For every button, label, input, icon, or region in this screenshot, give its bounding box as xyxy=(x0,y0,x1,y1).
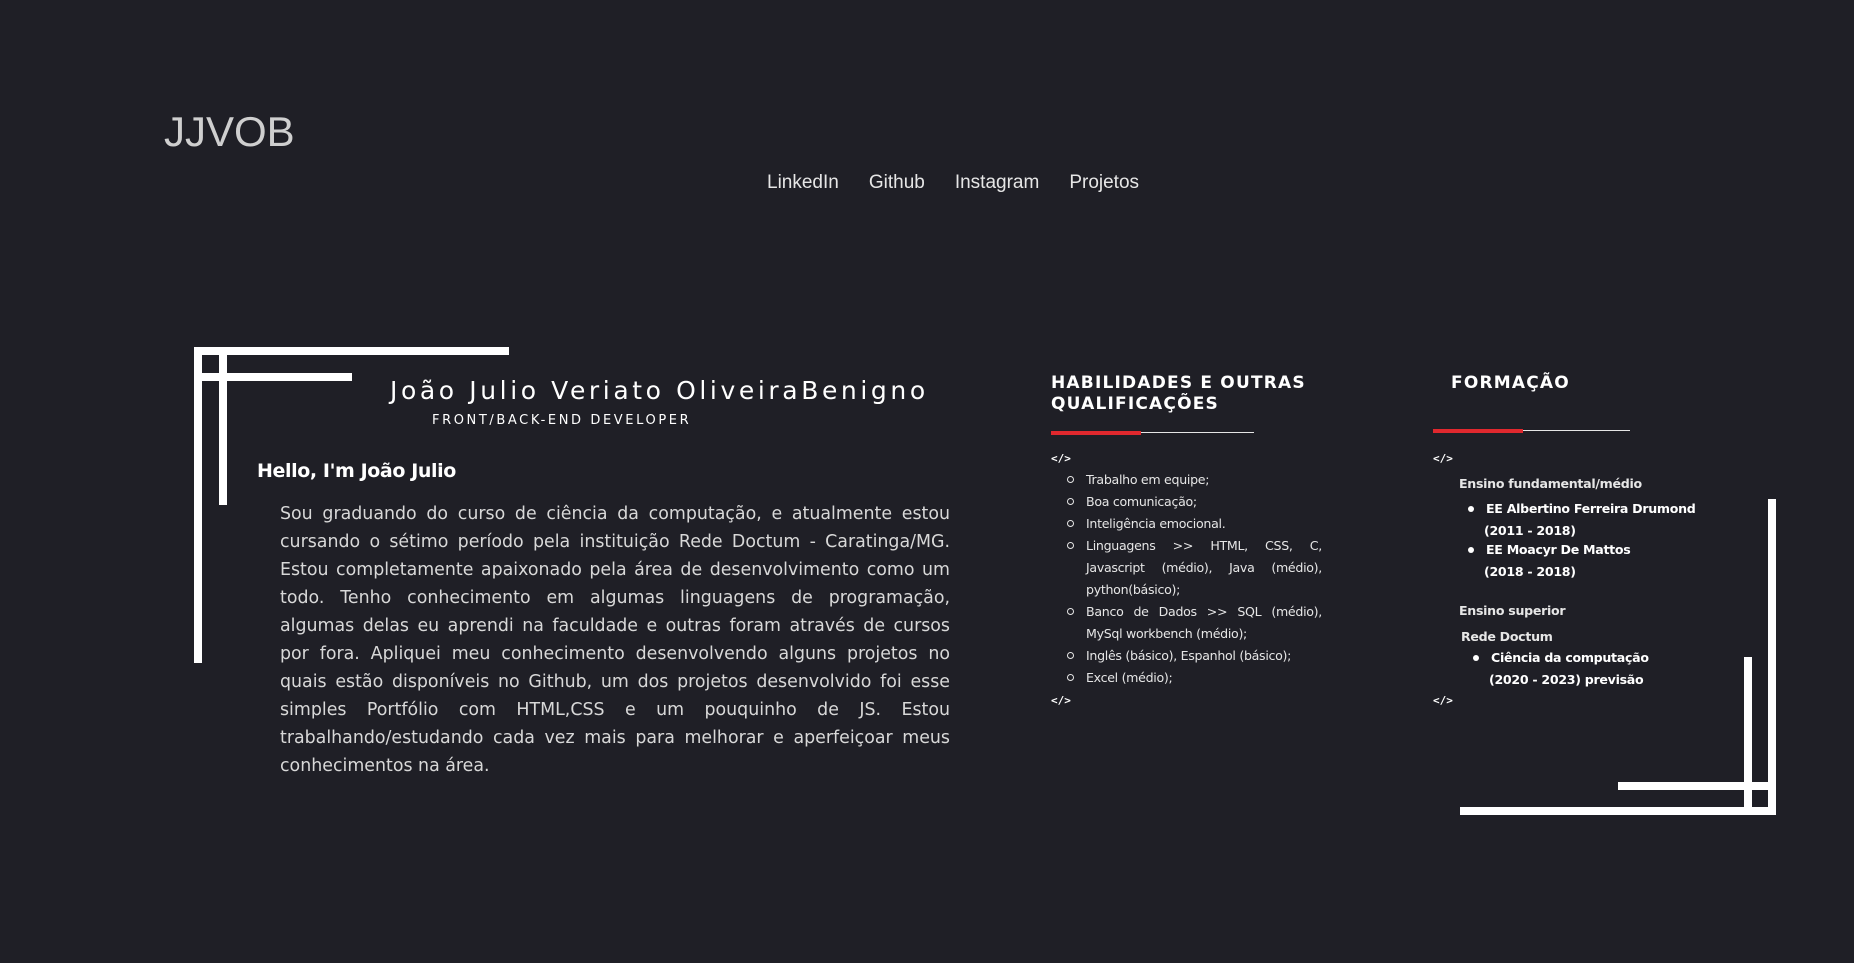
nav-link-projetos[interactable]: Projetos xyxy=(1069,172,1139,194)
school-name: EE Moacyr De Mattos xyxy=(1486,542,1631,557)
education-basic-heading: Ensino fundamental/médio xyxy=(1459,476,1642,491)
skills-divider xyxy=(1051,431,1254,435)
education-close-tag: </> xyxy=(1433,694,1453,707)
list-item: Boa comunicação; xyxy=(1067,491,1322,513)
school-period: (2018 - 2018) xyxy=(1484,564,1576,579)
course-name: Ciência da computação xyxy=(1491,650,1649,665)
skills-close-tag: </> xyxy=(1051,694,1071,707)
skills-open-tag: </> xyxy=(1051,452,1071,465)
skills-title-line2: QUALIFICAÇÕES xyxy=(1051,394,1220,414)
education-higher-course: Ciência da computação (2020 - 2023) prev… xyxy=(1473,647,1649,691)
list-item: Excel (médio); xyxy=(1067,667,1322,689)
course-period: (2020 - 2023) previsão xyxy=(1489,672,1644,687)
profile-bio: Sou graduando do curso de ciência da com… xyxy=(280,504,950,776)
frame-right-long xyxy=(1768,499,1776,815)
education-title: FORMAÇÃO xyxy=(1451,373,1570,393)
frame-bottom-long xyxy=(1460,807,1776,815)
list-item: Inglês (básico), Espanhol (básico); xyxy=(1067,645,1322,667)
skills-title: HABILIDADES E OUTRAS QUALIFICAÇÕES xyxy=(1051,373,1306,415)
skills-list: Trabalho em equipe; Boa comunicação; Int… xyxy=(1067,469,1322,689)
frame-bottom-short xyxy=(1618,782,1776,790)
skills-title-line1: HABILIDADES E OUTRAS xyxy=(1051,373,1306,393)
skills-divider-accent xyxy=(1051,431,1141,435)
bullet-icon xyxy=(1473,655,1479,661)
education-divider-accent xyxy=(1433,429,1523,433)
profile-name: João Julio Veriato OliveiraBenigno xyxy=(390,376,929,405)
list-item: Trabalho em equipe; xyxy=(1067,469,1322,491)
bullet-icon xyxy=(1468,547,1474,553)
nav-link-github[interactable]: Github xyxy=(869,172,925,194)
education-higher-institution: Rede Doctum xyxy=(1461,629,1553,644)
profile-role: FRONT/BACK-END DEVELOPER xyxy=(432,413,692,428)
portfolio-page: JJVOB LinkedIn Github Instagram Projetos… xyxy=(0,0,1854,963)
frame-top-short xyxy=(194,373,352,381)
list-item: Inteligência emocional. xyxy=(1067,513,1322,535)
list-item: Linguagens >> HTML, CSS, C, Javascript (… xyxy=(1067,535,1322,601)
frame-left-long xyxy=(194,347,202,663)
school-name: EE Albertino Ferreira Drumond xyxy=(1486,501,1696,516)
frame-left-short xyxy=(219,347,227,505)
bullet-icon xyxy=(1468,506,1474,512)
profile-greeting: Hello, I'm João Julio xyxy=(257,460,456,482)
education-open-tag: </> xyxy=(1433,452,1453,465)
frame-right-short xyxy=(1744,657,1752,815)
nav-link-instagram[interactable]: Instagram xyxy=(955,172,1039,194)
education-higher-heading: Ensino superior xyxy=(1459,603,1566,618)
education-divider xyxy=(1433,429,1630,433)
education-school-2: EE Moacyr De Mattos (2018 - 2018) xyxy=(1468,539,1631,583)
frame-top-long xyxy=(194,347,509,355)
nav-link-linkedin[interactable]: LinkedIn xyxy=(767,172,839,194)
site-logo[interactable]: JJVOB xyxy=(164,108,295,156)
main-nav: LinkedIn Github Instagram Projetos xyxy=(767,172,1139,194)
education-school-1: EE Albertino Ferreira Drumond (2011 - 20… xyxy=(1468,498,1696,542)
list-item: Banco de Dados >> SQL (médio), MySql wor… xyxy=(1067,601,1322,645)
